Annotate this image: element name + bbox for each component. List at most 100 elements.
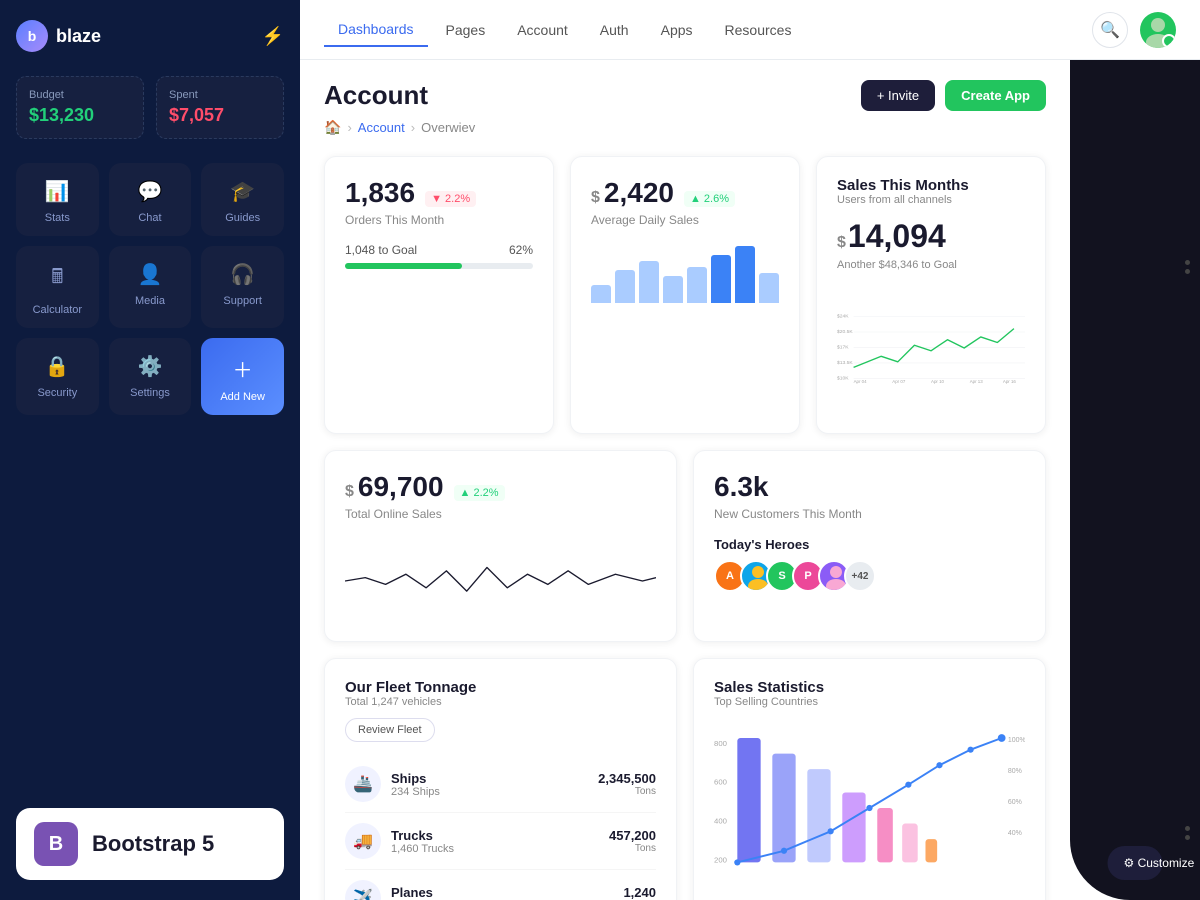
svg-text:200: 200 [714,855,728,864]
bar-4 [663,276,683,303]
search-button[interactable]: 🔍 [1092,12,1128,48]
nav-link-auth[interactable]: Auth [586,14,643,46]
logo-text: blaze [56,26,101,47]
nav-label-add-new: Add New [220,391,265,403]
sales-month-amount: 14,094 [848,218,946,255]
page-header: Account + Invite Create App [324,80,1046,111]
stats-icon: 📊 [45,179,70,204]
nav-item-security[interactable]: 🔒 Security [16,338,99,415]
sales-stats-svg: 800 600 400 200 [714,718,1025,898]
goal-label: 1,048 to Goal [345,243,417,257]
content-main: Account + Invite Create App 🏠 › Account … [300,60,1070,900]
svg-text:400: 400 [714,817,728,826]
guides-icon: 🎓 [230,179,255,204]
page-title: Account [324,80,428,111]
nav-item-stats[interactable]: 📊 Stats [16,163,99,236]
logo-icon: b [16,20,48,52]
mini-bar-chart [591,243,779,303]
sales-chart: $24K $20.5K $17K $13.5K $10K [837,283,1025,413]
sales-month-card: Sales This Months Users from all channel… [816,156,1046,434]
online-dollar: $ [345,483,354,501]
create-app-button[interactable]: Create App [945,80,1046,111]
daily-sales-badge: ▲ 2.6% [684,191,735,207]
nav-item-media[interactable]: 👤 Media [109,246,192,328]
nav-label-calculator: Calculator [33,304,83,316]
nav-link-dashboards[interactable]: Dashboards [324,13,428,47]
fleet-item-planes: ✈️ Planes 8 Aircrafts 1,240 Tons [345,870,656,900]
sales-chart-svg: $24K $20.5K $17K $13.5K $10K [837,283,1025,413]
spent-card: Spent $7,057 [156,76,284,139]
bootstrap-icon: B [34,822,78,866]
nav-item-add-new[interactable]: ＋ Add New [201,338,284,415]
ship-icon: 🚢 [345,766,381,802]
nav-label-support: Support [223,295,262,307]
panel-dots-2 [1185,826,1190,840]
nav-link-account[interactable]: Account [503,14,582,46]
home-icon[interactable]: 🏠 [324,119,341,136]
budget-value: $13,230 [29,105,131,126]
sales-stats-subtitle: Top Selling Countries [714,696,1025,708]
spent-label: Spent [169,89,271,101]
spent-value: $7,057 [169,105,271,126]
bar-2 [615,270,635,303]
svg-text:600: 600 [714,778,728,787]
orders-progress-bar [345,263,533,269]
nav-item-guides[interactable]: 🎓 Guides [201,163,284,236]
nav-item-chat[interactable]: 💬 Chat [109,163,192,236]
new-customers-card: 6.3k New Customers This Month Today's He… [693,450,1046,642]
nav-label-settings: Settings [130,387,170,399]
svg-text:60%: 60% [1008,799,1022,806]
bottom-row: Our Fleet Tonnage Total 1,247 vehicles R… [324,658,1046,900]
svg-text:$13.5K: $13.5K [837,360,853,366]
stats-grid: 1,836 ▼ 2.2% Orders This Month 1,048 to … [324,156,1046,434]
logo-area: b blaze [16,20,101,52]
menu-icon[interactable]: ⚡ [262,26,284,47]
breadcrumb-account[interactable]: Account [358,120,405,135]
stats-row-2: $ 69,700 ▲ 2.2% Total Online Sales [324,450,1046,642]
nav-label-stats: Stats [45,212,70,224]
top-nav: Dashboards Pages Account Auth Apps Resou… [300,0,1200,60]
svg-text:$17K: $17K [837,345,849,351]
breadcrumb: 🏠 › Account › Overwiev [324,119,1046,136]
svg-text:Apr 10: Apr 10 [931,379,945,384]
calculator-icon: 🖩 [51,262,63,296]
plane-icon: ✈️ [345,880,381,900]
daily-sales-card: $ 2,420 ▲ 2.6% Average Daily Sales [570,156,800,434]
nav-item-support[interactable]: 🎧 Support [201,246,284,328]
invite-button[interactable]: + Invite [861,80,935,111]
nav-item-calculator[interactable]: 🖩 Calculator [16,246,99,328]
top-nav-links: Dashboards Pages Account Auth Apps Resou… [324,13,805,47]
sales-month-subtitle: Users from all channels [837,194,1025,206]
online-sales-card: $ 69,700 ▲ 2.2% Total Online Sales [324,450,677,642]
budget-row: Budget $13,230 Spent $7,057 [16,76,284,139]
nav-item-settings[interactable]: ⚙️ Settings [109,338,192,415]
svg-text:$24K: $24K [837,314,849,320]
sales-goal-text: Another $48,346 to Goal [837,259,1025,271]
svg-text:40%: 40% [1008,830,1022,837]
dot-4 [1185,835,1190,840]
breadcrumb-current: Overwiev [421,120,475,135]
heroes-label: Today's Heroes [714,537,1025,552]
nav-link-apps[interactable]: Apps [647,14,707,46]
fleet-title: Our Fleet Tonnage [345,679,656,696]
budget-card: Budget $13,230 [16,76,144,139]
bootstrap-badge: B Bootstrap 5 [16,808,284,880]
bootstrap-text: Bootstrap 5 [92,831,214,857]
nav-label-guides: Guides [225,212,260,224]
customize-button[interactable]: ⚙ Customize [1108,846,1163,880]
budget-label: Budget [29,89,131,101]
orders-label: Orders This Month [345,213,533,227]
user-avatar[interactable] [1140,12,1176,48]
new-customers-label: New Customers This Month [714,507,1025,521]
hero-count: +42 [844,560,876,592]
sidebar: b blaze ⚡ Budget $13,230 Spent $7,057 📊 … [0,0,300,900]
nav-link-pages[interactable]: Pages [432,14,500,46]
review-fleet-button[interactable]: Review Fleet [345,718,435,742]
online-sales-value: 69,700 [358,471,444,503]
svg-text:Apr 04: Apr 04 [854,379,868,384]
heroes-section: Today's Heroes A S P +42 [714,537,1025,592]
truck-icon: 🚚 [345,823,381,859]
orders-progress-fill [345,263,462,269]
sales-month-title: Sales This Months [837,177,1025,194]
nav-link-resources[interactable]: Resources [711,14,806,46]
